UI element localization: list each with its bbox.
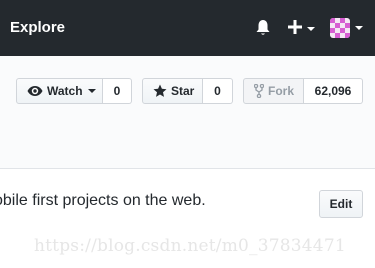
fork-label: Fork (268, 84, 295, 98)
forks-count[interactable]: 62,096 (304, 78, 363, 104)
plus-icon (288, 20, 302, 34)
avatar (330, 18, 350, 38)
repository-header: Watch 0 Star 0 Fork 62,096 (0, 56, 375, 169)
description-text: obile first projects on the web. (0, 192, 206, 209)
chevron-down-icon (355, 26, 363, 30)
create-new-dropdown[interactable] (288, 20, 318, 38)
fork-button[interactable]: Fork (243, 78, 304, 104)
bell-icon[interactable] (255, 19, 271, 37)
watermark: https://blog.csdn.net/m0_37834471 (34, 236, 346, 256)
star-icon (153, 84, 167, 97)
stargazers-count[interactable]: 0 (203, 78, 233, 104)
chevron-down-icon (307, 27, 315, 31)
watch-button[interactable]: Watch (16, 78, 103, 104)
watch-label: Watch (47, 84, 83, 98)
chevron-down-icon (87, 89, 96, 93)
star-button[interactable]: Star (142, 78, 203, 104)
user-menu-dropdown[interactable] (330, 17, 366, 41)
watchers-count[interactable]: 0 (103, 78, 132, 104)
top-navigation-bar: Explore (0, 0, 375, 56)
fork-icon (254, 84, 264, 98)
star-label: Star (171, 84, 195, 98)
eye-icon (27, 86, 43, 96)
explore-link[interactable]: Explore (10, 19, 65, 36)
edit-button[interactable]: Edit (319, 190, 363, 218)
